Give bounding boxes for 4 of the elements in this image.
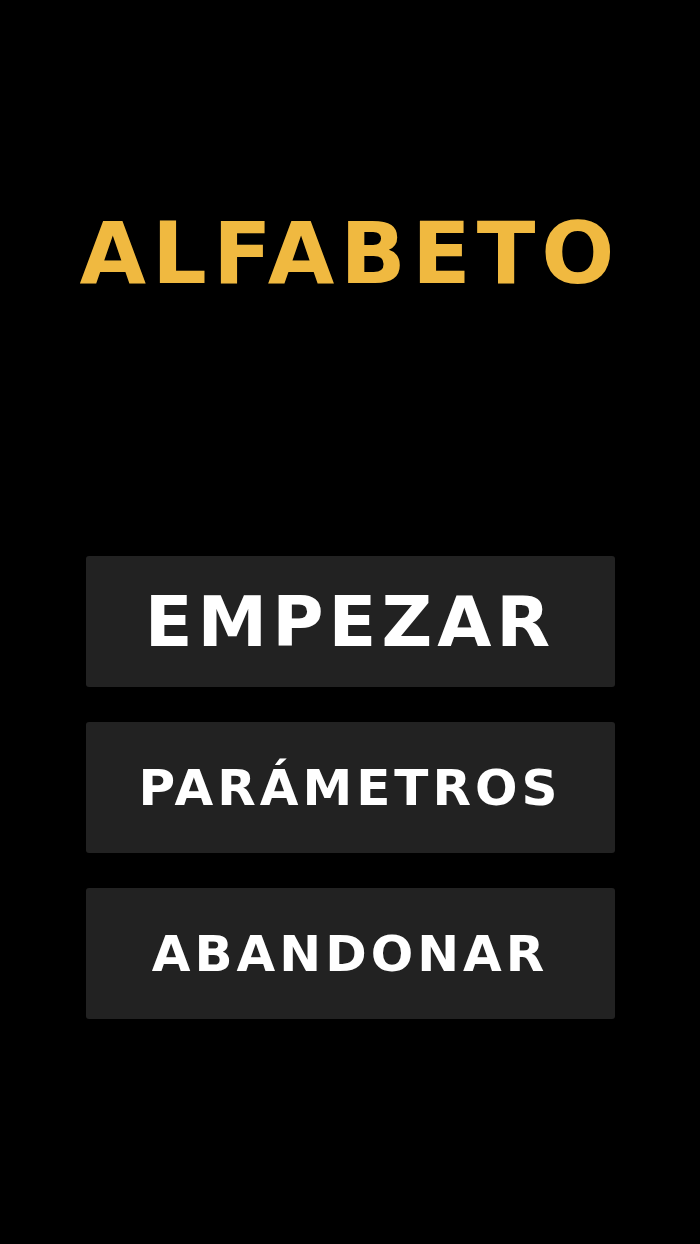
menu-button[interactable]: EMPEZAR bbox=[85, 556, 615, 687]
menu-button[interactable]: PARÁMETROS bbox=[85, 722, 615, 853]
app-title: ALFABETO bbox=[79, 202, 621, 305]
menu-button[interactable]: ABANDONAR bbox=[85, 888, 615, 1019]
